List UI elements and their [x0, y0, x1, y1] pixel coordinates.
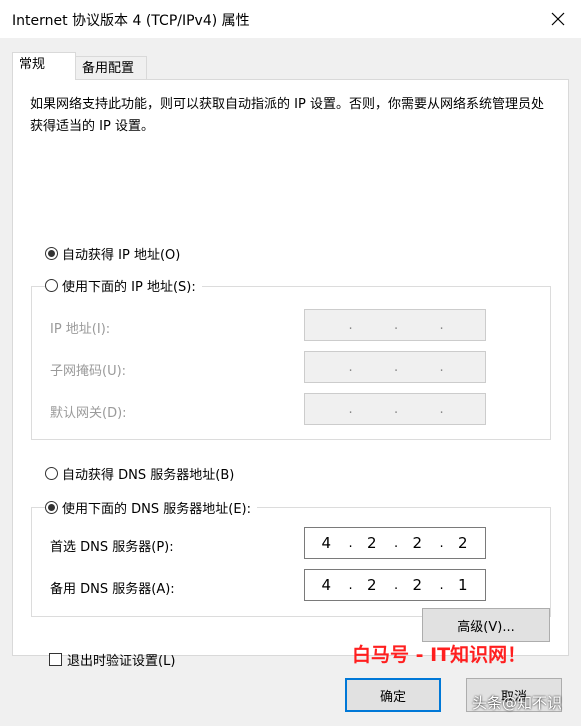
octet: 4: [321, 534, 333, 552]
octet: 2: [366, 534, 378, 552]
radio-selected-icon: [45, 247, 58, 260]
radio-unselected-icon: [45, 279, 58, 292]
ip-auto-radio[interactable]: 自动获得 IP 地址(O): [45, 244, 180, 263]
octet: 2: [457, 534, 469, 552]
validate-on-exit-label: 退出时验证设置(L): [67, 654, 176, 669]
radio-unselected-icon: [45, 467, 58, 480]
general-tab-panel: 如果网络支持此功能，则可以获取自动指派的 IP 设置。否则，你需要从网络系统管理…: [12, 79, 569, 669]
subnet-mask-label: 子网掩码(U):: [50, 364, 127, 379]
dns-manual-radio[interactable]: 使用下面的 DNS 服务器地址(E):: [45, 498, 257, 517]
ip-address-label: IP 地址(I):: [50, 322, 111, 337]
subnet-mask-field: . . .: [304, 351, 486, 383]
watermark-text: 白马号 - IT知识网！: [352, 644, 527, 666]
default-gateway-label: 默认网关(D):: [50, 406, 127, 421]
octet: 4: [321, 576, 333, 594]
alternate-dns-field[interactable]: 4. 2. 2. 1: [304, 569, 486, 601]
alternate-dns-label: 备用 DNS 服务器(A):: [50, 582, 175, 597]
ip-manual-radio[interactable]: 使用下面的 IP 地址(S):: [45, 276, 202, 295]
radio-selected-icon: [45, 501, 58, 514]
ok-button[interactable]: 确定: [345, 678, 441, 712]
title-bar: Internet 协议版本 4 (TCP/IPv4) 属性: [0, 0, 581, 38]
octet: 2: [412, 576, 424, 594]
octet: 1: [457, 576, 469, 594]
dialog-body: 常规 备用配置 如果网络支持此功能，则可以获取自动指派的 IP 设置。否则，你需…: [0, 38, 581, 726]
ip-address-field: . . .: [304, 309, 486, 341]
dns-auto-label: 自动获得 DNS 服务器地址(B): [62, 468, 235, 483]
preferred-dns-field[interactable]: 4. 2. 2. 2: [304, 527, 486, 559]
dns-manual-label: 使用下面的 DNS 服务器地址(E):: [62, 502, 251, 517]
validate-on-exit-checkbox[interactable]: 退出时验证设置(L): [49, 650, 175, 669]
description-text: 如果网络支持此功能，则可以获取自动指派的 IP 设置。否则，你需要从网络系统管理…: [30, 97, 544, 134]
close-button[interactable]: [535, 0, 581, 38]
tab-general[interactable]: 常规: [12, 52, 76, 80]
advanced-button[interactable]: 高级(V)...: [422, 608, 550, 642]
octet: 2: [366, 576, 378, 594]
preferred-dns-label: 首选 DNS 服务器(P):: [50, 540, 174, 555]
window-title: Internet 协议版本 4 (TCP/IPv4) 属性: [12, 13, 250, 29]
close-icon: [551, 12, 565, 26]
octet: 2: [412, 534, 424, 552]
tab-alternate-configuration[interactable]: 备用配置: [75, 56, 147, 80]
ip-manual-label: 使用下面的 IP 地址(S):: [62, 280, 196, 295]
ip-auto-label: 自动获得 IP 地址(O): [62, 248, 181, 263]
default-gateway-field: . . .: [304, 393, 486, 425]
dns-auto-radio[interactable]: 自动获得 DNS 服务器地址(B): [45, 464, 234, 483]
watermark-subtext: 头条@知不识: [472, 694, 563, 712]
checkbox-unchecked-icon: [49, 653, 62, 666]
